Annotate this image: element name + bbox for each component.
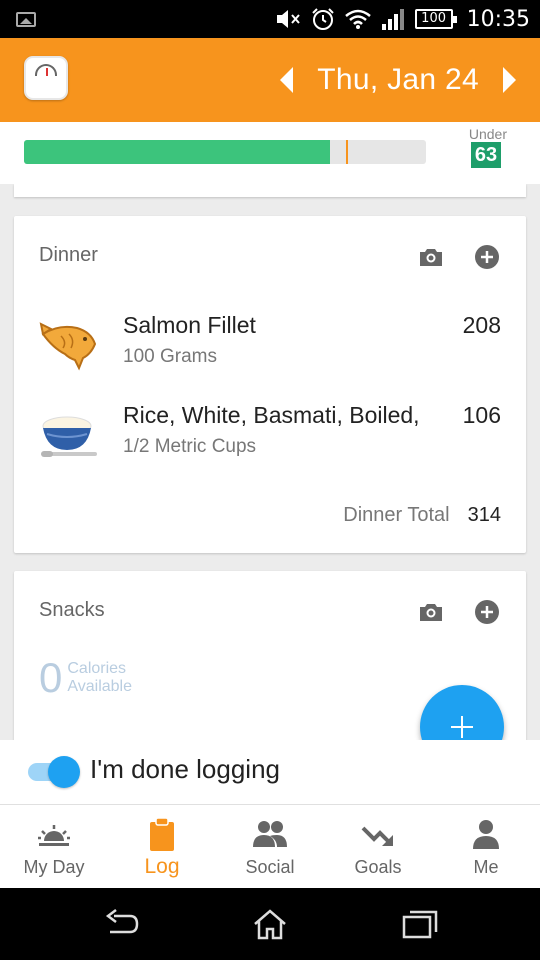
food-name: Rice, White, Basmati, Boiled, xyxy=(123,402,420,428)
arrow-right-icon[interactable] xyxy=(503,67,516,93)
progress-track xyxy=(24,140,426,164)
arrow-left-icon[interactable] xyxy=(280,67,294,93)
calories-available-value: 0 xyxy=(39,654,63,701)
food-name: Salmon Fillet xyxy=(123,312,256,338)
add-circle-icon[interactable] xyxy=(474,244,500,270)
nav-item-me[interactable]: Me xyxy=(432,805,540,889)
total-label: Dinner Total xyxy=(343,504,450,526)
food-row[interactable]: Salmon Fillet 100 Grams 208 xyxy=(14,308,526,378)
app-bar: Thu, Jan 24 xyxy=(0,38,540,122)
mute-icon xyxy=(276,10,300,28)
card-title: Snacks xyxy=(39,599,105,621)
progress-fill xyxy=(24,140,330,164)
sunrise-icon xyxy=(36,817,72,853)
current-date[interactable]: Thu, Jan 24 xyxy=(317,63,479,97)
wifi-icon xyxy=(344,9,371,29)
progress-marker xyxy=(346,140,348,164)
camera-icon[interactable] xyxy=(418,599,444,625)
nav-item-my-day[interactable]: My Day xyxy=(0,805,108,889)
dinner-card: Dinner Salmon Fillet 100 Grams 208 Rice,… xyxy=(14,216,526,553)
alarm-icon xyxy=(311,8,334,30)
food-serving: 100 Grams xyxy=(123,346,217,367)
dinner-total-row: Dinner Total 314 xyxy=(343,504,501,527)
card-actions xyxy=(418,599,500,625)
signal-icon xyxy=(381,9,404,30)
nav-item-social[interactable]: Social xyxy=(216,805,324,889)
rice-bowl-icon xyxy=(39,402,99,462)
status-icons: 100 10:35 xyxy=(275,0,530,38)
date-navigator: Thu, Jan 24 xyxy=(280,38,516,122)
trend-down-icon xyxy=(360,817,396,853)
fish-icon xyxy=(39,312,99,372)
add-circle-icon[interactable] xyxy=(474,599,500,625)
camera-icon[interactable] xyxy=(418,244,444,270)
available-word: Available xyxy=(67,678,132,695)
scale-icon[interactable] xyxy=(24,56,68,100)
log-content[interactable]: Dinner Salmon Fillet 100 Grams 208 Rice,… xyxy=(0,184,540,740)
under-value-badge: 63 xyxy=(471,142,501,168)
under-label: Under xyxy=(468,126,507,142)
nav-label: Me xyxy=(473,857,499,877)
done-logging-bar: I'm done logging xyxy=(0,740,540,804)
food-row[interactable]: Rice, White, Basmati, Boiled, 1/2 Metric… xyxy=(14,398,526,468)
nav-label: Goals xyxy=(354,857,402,877)
status-bar: 100 10:35 xyxy=(0,0,540,38)
done-logging-label: I'm done logging xyxy=(90,754,280,784)
home-icon[interactable] xyxy=(252,908,288,940)
nav-label: My Day xyxy=(23,857,85,877)
calories-word: Calories xyxy=(67,660,127,677)
done-logging-toggle[interactable] xyxy=(28,756,80,788)
calories-available: 0 Calories Available xyxy=(39,657,132,699)
previous-card-bottom xyxy=(14,184,526,197)
food-serving: 1/2 Metric Cups xyxy=(123,436,257,457)
person-icon xyxy=(468,817,504,853)
card-actions xyxy=(418,244,500,270)
clipboard-icon xyxy=(144,817,180,853)
food-calories: 106 xyxy=(462,402,501,428)
card-title: Dinner xyxy=(39,244,98,266)
people-icon xyxy=(252,817,288,853)
nav-item-log[interactable]: Log xyxy=(108,805,216,889)
clock: 10:35 xyxy=(466,6,530,32)
bottom-nav: My Day Log Social Goals Me xyxy=(0,804,540,888)
food-calories: 208 xyxy=(462,312,501,338)
recent-apps-icon[interactable] xyxy=(402,908,438,940)
back-icon[interactable] xyxy=(104,908,140,940)
toggle-knob xyxy=(48,756,80,788)
calories-available-label: Calories Available xyxy=(67,660,132,696)
nav-label: Log xyxy=(144,855,180,878)
nav-item-goals[interactable]: Goals xyxy=(324,805,432,889)
image-notification-icon xyxy=(16,12,36,27)
system-navigation-bar xyxy=(0,888,540,960)
calorie-budget-bar: Under 63 xyxy=(0,122,540,184)
nav-label: Social xyxy=(245,857,295,877)
battery-indicator: 100 xyxy=(414,9,457,29)
total-value: 314 xyxy=(467,504,501,526)
